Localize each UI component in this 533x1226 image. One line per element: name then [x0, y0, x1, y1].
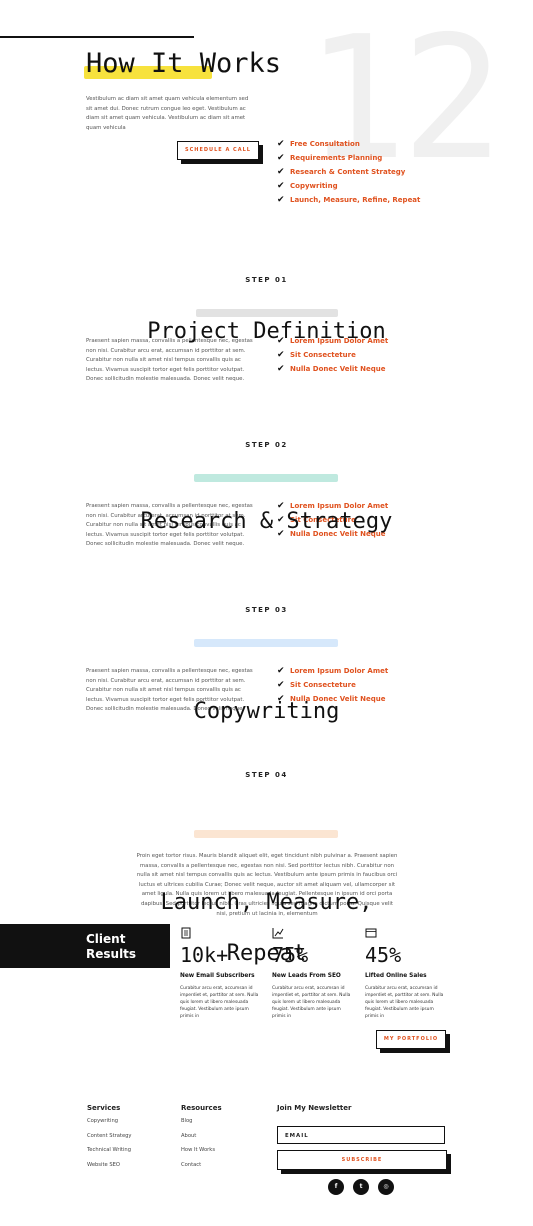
list-item: ✔ Sit Consecteture	[277, 350, 356, 360]
footer-link-blog[interactable]: Blog	[181, 1118, 215, 1133]
step-body: Praesent sapien massa, convallis a pelle…	[86, 338, 253, 383]
document-icon	[181, 927, 191, 939]
stat-description: Curabitur arcu erat, accumsan id imperdi…	[180, 986, 259, 1019]
step-label: STEP 03	[245, 606, 288, 614]
step-label: STEP 01	[245, 276, 288, 284]
footer-link-about[interactable]: About	[181, 1133, 215, 1148]
title-highlight	[194, 639, 338, 647]
services-list: Copywriting Content Strategy Technical W…	[87, 1118, 132, 1176]
newsletter-heading: Join My Newsletter	[277, 1104, 352, 1112]
check-icon: ✔	[277, 181, 285, 191]
step-label: STEP 02	[245, 441, 288, 449]
footer-link-content-strategy[interactable]: Content Strategy	[87, 1133, 132, 1148]
page-title: How It Works	[86, 48, 282, 79]
stat-description: Curabitur arcu erat, accumsan id imperdi…	[272, 986, 351, 1019]
list-item: ✔ Research & Content Strategy	[277, 167, 406, 177]
my-portfolio-button[interactable]: MY PORTFOLIO	[376, 1030, 446, 1049]
instagram-icon[interactable]: ◎	[378, 1179, 394, 1195]
facebook-icon[interactable]: f	[328, 1179, 344, 1195]
step-title: Copywriting	[193, 699, 340, 724]
footer-link-technical-writing[interactable]: Technical Writing	[87, 1147, 132, 1162]
stat-card: 45% Lifted Online Sales Curabitur arcu e…	[365, 924, 447, 1020]
list-item: ✔ Lorem Ipsum Dolor Amet	[277, 666, 389, 676]
list-item: ✔ Requirements Planning	[277, 153, 383, 163]
stat-description: Curabitur arcu erat, accumsan id imperdi…	[365, 986, 444, 1019]
stat-label: New Leads From SEO	[272, 973, 341, 979]
list-item: ✔ Copywriting	[277, 181, 338, 191]
check-icon: ✔	[277, 350, 285, 360]
footer-link-copywriting[interactable]: Copywriting	[87, 1118, 132, 1133]
footer-link-contact[interactable]: Contact	[181, 1162, 215, 1177]
step-title-line2: Repeat	[226, 941, 307, 966]
footer-link-website-seo[interactable]: Website SEO	[87, 1162, 132, 1177]
resources-heading: Resources	[181, 1104, 222, 1112]
step-title-line1: Launch, Measure,	[160, 890, 373, 915]
email-field[interactable]: EMAIL	[277, 1126, 445, 1144]
step-label: STEP 04	[245, 771, 288, 779]
footer-link-how-it-works[interactable]: How It Works	[181, 1147, 215, 1162]
hero-checklist: ✔ Free Consultation ✔ Requirements Plannin…	[277, 137, 420, 207]
hero-description: Vestibulum ac diam sit amet quam vehicul…	[86, 96, 249, 131]
resources-list: Blog About How It Works Contact	[181, 1118, 215, 1176]
check-icon: ✔	[277, 153, 285, 163]
top-rule	[0, 36, 194, 38]
step-title: Research & Strategy	[140, 509, 393, 534]
services-heading: Services	[87, 1104, 121, 1112]
check-icon: ✔	[277, 167, 285, 177]
stat-card: 10k+ New Email Subscribers Curabitur arc…	[180, 924, 260, 1020]
stat-label: Lifted Online Sales	[365, 973, 427, 979]
chart-icon	[272, 928, 284, 939]
twitter-icon[interactable]: t	[353, 1179, 369, 1195]
subscribe-button[interactable]: SUBSCRIBE	[277, 1150, 447, 1170]
stat-label: New Email Subscribers	[180, 973, 255, 979]
schedule-call-button[interactable]: SCHEDULE A CALL	[177, 141, 259, 160]
check-icon: ✔	[277, 364, 285, 374]
title-highlight	[194, 474, 338, 482]
title-highlight	[194, 830, 338, 838]
check-icon: ✔	[277, 666, 285, 676]
check-icon: ✔	[277, 195, 285, 205]
title-highlight	[196, 309, 338, 317]
check-icon: ✔	[277, 139, 285, 149]
stat-card: 75% New Leads From SEO Curabitur arcu er…	[272, 924, 354, 1020]
check-icon: ✔	[277, 680, 285, 690]
list-item: ✔ Nulla Donec Velit Neque	[277, 364, 386, 374]
step-title: Project Definition	[147, 319, 386, 344]
list-item: ✔ Sit Consecteture	[277, 680, 356, 690]
list-item: ✔ Launch, Measure, Refine, Repeat	[277, 195, 421, 205]
list-item: ✔ Free Consultation	[277, 139, 360, 149]
browser-icon	[365, 928, 377, 938]
